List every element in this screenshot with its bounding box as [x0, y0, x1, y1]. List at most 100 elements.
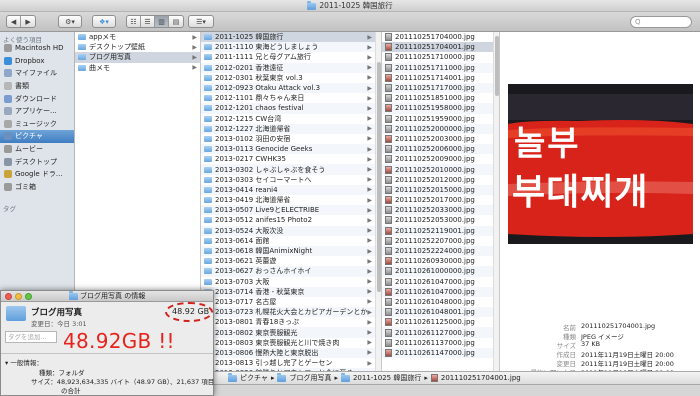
file-row[interactable]: 201110261125000.jpg	[382, 317, 499, 327]
folder-row[interactable]: 2012-0301 秋葉東京 vol.3 ▶	[201, 73, 381, 83]
folder-row[interactable]: デスクトップ壁紙 ▶	[75, 42, 200, 52]
search-field[interactable]: Q	[630, 16, 692, 28]
file-row[interactable]: 201110252207000.jpg	[382, 236, 499, 246]
file-row[interactable]: 201110261137000.jpg	[382, 338, 499, 348]
folder-row[interactable]: 2013-0512 anifes15 Photo2 ▶	[201, 215, 381, 225]
sidebar-item[interactable]: マイファイル	[0, 67, 74, 80]
list-view-button[interactable]: ☰	[141, 16, 156, 27]
file-row[interactable]: 201110261048000.jpg	[382, 297, 499, 307]
column-2-scrollbar[interactable]	[375, 32, 381, 396]
file-row[interactable]: 201110260930000.jpg	[382, 256, 499, 266]
sidebar-item[interactable]: 書類	[0, 80, 74, 93]
sidebar-item[interactable]: ミュージック	[0, 118, 74, 131]
scroll-thumb[interactable]	[495, 36, 499, 96]
file-row[interactable]: 201110252000000.jpg	[382, 123, 499, 134]
sidebar-item[interactable]: ダウンロード	[0, 92, 74, 105]
minimize-button[interactable]	[15, 293, 22, 300]
file-row[interactable]: 201110252006000.jpg	[382, 144, 499, 155]
zoom-button[interactable]	[25, 293, 32, 300]
sidebar-item[interactable]: ピクチャ	[0, 130, 74, 143]
file-row[interactable]: 201110261127000.jpg	[382, 327, 499, 338]
action-button[interactable]: ⚙▾	[58, 15, 82, 28]
file-row[interactable]: 201110261047000.jpg	[382, 277, 499, 287]
file-row[interactable]: 201110252017000.jpg	[382, 195, 499, 205]
folder-row[interactable]: 2011-1111 兄と母グアム旅行 ▶	[201, 52, 381, 62]
coverflow-view-button[interactable]: ▤	[169, 16, 183, 27]
column-view-button[interactable]: ▥	[155, 16, 170, 27]
folder-row[interactable]: 2013-0621 英蕾遊 ▶	[201, 256, 381, 266]
folder-row[interactable]: ブログ用写真 ▶	[75, 52, 200, 63]
file-row[interactable]: 201110251704000.jpg	[382, 32, 499, 42]
file-row[interactable]: 201110252003000.jpg	[382, 134, 499, 144]
folder-row[interactable]: 2013-0717 名古屋 ▶	[201, 297, 381, 307]
file-row[interactable]: 201110261047000.jpg	[382, 286, 499, 297]
sidebar-item[interactable]: デスクトップ	[0, 155, 74, 168]
folder-row[interactable]: 2013-0614 面館 ▶	[201, 236, 381, 246]
sidebar-item[interactable]: ゴミ箱	[0, 181, 74, 194]
close-button[interactable]	[5, 293, 12, 300]
sidebar-item[interactable]: Dropbox	[0, 55, 74, 68]
folder-row[interactable]: 2013-0723 札幌花火大会とカピアガーデンとか ▶	[201, 307, 381, 318]
dropbox-button[interactable]: ❖▾	[92, 15, 116, 28]
folder-row[interactable]: 2013-0803 東京喪服観光と川で焼き肉 ▶	[201, 338, 381, 348]
folder-row[interactable]: 2013-0801 青春18きっぷ ▶	[201, 317, 381, 327]
file-row[interactable]: 201110261000000.jpg	[382, 266, 499, 277]
forward-button[interactable]: ▶	[21, 16, 35, 27]
folder-row[interactable]: 2013-0524 大阪次没 ▶	[201, 225, 381, 236]
file-row[interactable]: 201110261048001.jpg	[382, 307, 499, 318]
file-row[interactable]: 201110252053000.jpg	[382, 215, 499, 225]
sidebar-item[interactable]: ムービー	[0, 143, 74, 156]
file-row[interactable]: 201110251710000.jpg	[382, 52, 499, 62]
tag-input[interactable]: タグを追加...	[5, 331, 57, 343]
folder-row[interactable]: 2013-0618 韓国AnimixNight ▶	[201, 245, 381, 257]
file-row[interactable]: 201110252010000.jpg	[382, 164, 499, 175]
sidebar-item[interactable]: Macintosh HD	[0, 42, 74, 55]
file-row[interactable]: 201110252119001.jpg	[382, 225, 499, 236]
file-row[interactable]: 201110251714001.jpg	[382, 73, 499, 83]
file-row[interactable]: 201110252015000.jpg	[382, 184, 499, 195]
folder-row[interactable]: 2013-0802 東京喪服観光 ▶	[201, 327, 381, 338]
folder-row[interactable]: 2013-0302 しゃぶしゃぶを食そう ▶	[201, 164, 381, 175]
folder-row[interactable]: 2013-0102 羽田の安宿 ▶	[201, 134, 381, 144]
general-section-toggle[interactable]: ▾ 一般情報：	[5, 357, 43, 367]
folder-row[interactable]: 2012-1215 CW台湾 ▶	[201, 114, 381, 124]
file-row[interactable]: 201110252224000.jpg	[382, 245, 499, 257]
file-row[interactable]: 201110251711000.jpg	[382, 62, 499, 73]
folder-row[interactable]: 2013-0813 引っ越し完了とゲーセン ▶	[201, 358, 381, 368]
folder-row[interactable]: 曲メモ ▶	[75, 63, 200, 73]
folder-row[interactable]: 2012-1101 鼎々ちゃん来日 ▶	[201, 93, 381, 103]
path-item[interactable]: 2011-1025 韓国旅行	[353, 373, 421, 383]
path-item[interactable]: ブログ用写真	[289, 373, 331, 383]
folder-row[interactable]: 2013-0627 おっさんホイホイ ▶	[201, 266, 381, 277]
folder-row[interactable]: 2012-1227 北海道帰省 ▶	[201, 123, 381, 134]
folder-row[interactable]: 2013-0303 セイコーマートへ ▶	[201, 175, 381, 185]
scroll-thumb[interactable]	[377, 62, 381, 292]
file-row[interactable]: 201110252009000.jpg	[382, 154, 499, 164]
sidebar-item[interactable]: アプリケー...	[0, 105, 74, 118]
folder-row[interactable]: 2011-1025 韓国旅行 ▶	[201, 32, 381, 43]
icon-view-button[interactable]: ☷	[127, 16, 142, 27]
file-row[interactable]: 201110252033000.jpg	[382, 205, 499, 216]
file-row[interactable]: 201110251717000.jpg	[382, 82, 499, 94]
sidebar-item[interactable]: Google ドラ...	[0, 168, 74, 181]
path-item[interactable]: ピクチャ	[240, 373, 268, 383]
folder-row[interactable]: 2013-0714 香港 - 秋葉東京 ▶	[201, 286, 381, 297]
arrange-button[interactable]: ☰▾	[188, 15, 214, 28]
file-row[interactable]: 201110252012000.jpg	[382, 175, 499, 185]
folder-row[interactable]: 2013-0113 Genocide Geeks ▶	[201, 144, 381, 155]
folder-row[interactable]: 2012-1201 chaos festival ▶	[201, 103, 381, 114]
file-row[interactable]: 201110251704001.jpg	[382, 42, 499, 53]
folder-row[interactable]: 2012-0923 Otaku Attack vol.3 ▶	[201, 82, 381, 94]
folder-row[interactable]: 2013-0507 Live9とELECTRIBE ▶	[201, 205, 381, 216]
folder-row[interactable]: 2013-0217 CWHK35 ▶	[201, 154, 381, 164]
folder-row[interactable]: 2013-0806 慢熱大陸と東京脱出 ▶	[201, 347, 381, 358]
folder-row[interactable]: 2011-1110 東海どうしましょう ▶	[201, 42, 381, 53]
folder-row[interactable]: 2013-0419 北海道帰省 ▶	[201, 195, 381, 205]
file-row[interactable]: 201110251958000.jpg	[382, 103, 499, 114]
folder-row[interactable]: 2013-0703 大阪 ▶	[201, 277, 381, 287]
file-row[interactable]: 201110251851000.jpg	[382, 93, 499, 103]
folder-row[interactable]: 2012-0201 香港遠征 ▶	[201, 62, 381, 73]
column-3-scrollbar[interactable]	[493, 32, 499, 396]
file-row[interactable]: 201110261147000.jpg	[382, 347, 499, 358]
back-button[interactable]: ◀	[7, 16, 22, 27]
